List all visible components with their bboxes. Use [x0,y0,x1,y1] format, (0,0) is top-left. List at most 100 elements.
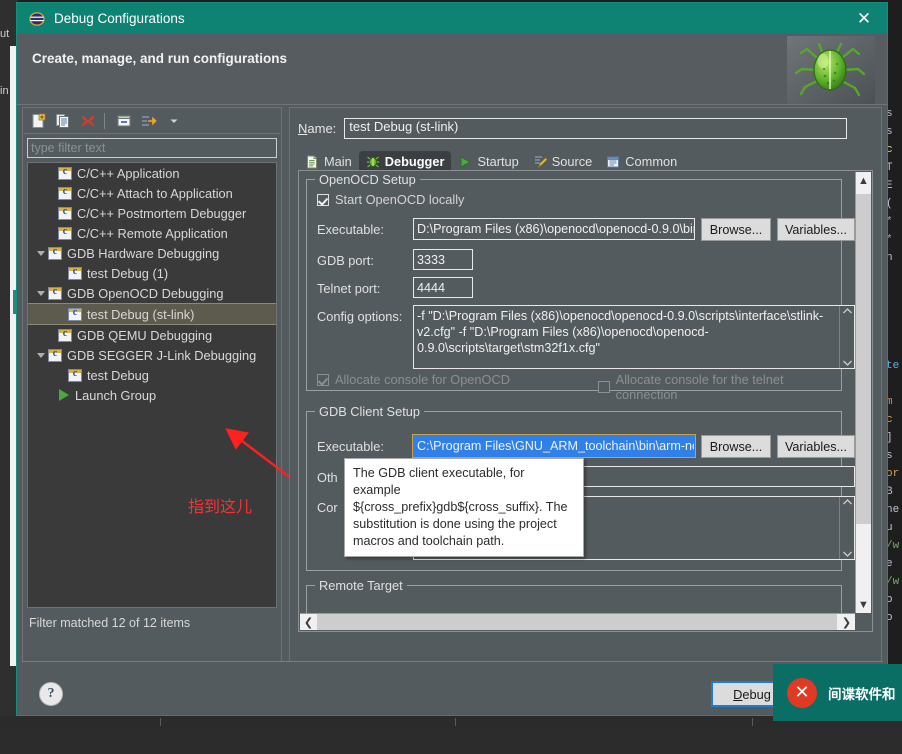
sidebar-item-gdb-hardware-debugging[interactable]: GDB Hardware Debugging [28,243,276,263]
green-play-icon [458,155,472,169]
tab-startup[interactable]: Startup [451,151,525,172]
c-file-icon [48,349,62,362]
twisty-expanded-icon[interactable] [34,251,48,256]
c-file-icon-band [59,330,71,333]
tab-debugger[interactable]: Debugger [359,151,452,172]
c-file-icon-band [59,188,71,191]
gdb-client-commands-scrollbar[interactable] [839,497,854,559]
scroll-left-icon[interactable]: ❮ [300,614,317,630]
new-configuration-icon[interactable] [27,111,49,131]
c-file-icon-band [59,208,71,211]
collapse-all-icon[interactable] [113,111,135,131]
tree-item-label: GDB QEMU Debugging [77,328,212,343]
page-title: Create, manage, and run configurations [32,51,287,66]
tree-item-label: test Debug [87,368,149,383]
chevron-down-icon [37,353,45,358]
ide-left-label-2: in [0,85,9,97]
config-options-scrollbar[interactable] [839,306,854,368]
footer-divider [22,661,883,662]
toolbar-separator [104,113,105,129]
tab-label: Source [552,154,593,169]
name-row: Name: test Debug (st-link) [298,118,847,139]
green-bug-icon [787,36,875,104]
name-input[interactable]: test Debug (st-link) [344,118,847,139]
scroll-up-icon[interactable]: ▲ [856,172,871,189]
tabpanel-vertical-scrollbar[interactable]: ▲ ▼ [855,172,871,613]
gdb-port-input[interactable]: 3333 [413,249,473,270]
chevron-down-icon[interactable] [163,111,185,131]
telnet-port-input[interactable]: 4444 [413,277,473,298]
gdb-client-variables-button[interactable]: Variables... [777,435,855,458]
gdb-client-executable-input[interactable]: C:\Program Files\GNU_ARM_toolchain\bin\a… [413,435,695,457]
tabpanel-horizontal-scrollbar[interactable]: ❮ ❯ [300,613,855,630]
openocd-executable-variables-button[interactable]: Variables... [777,218,855,241]
duplicate-configuration-icon[interactable] [52,111,74,131]
sidebar-item-c-c-application[interactable]: C/C++ Application [28,163,276,183]
gdb-client-other-label: Oth [317,470,338,485]
openocd-executable-browse-button[interactable]: Browse... [701,218,771,241]
sidebar-item-c-c-attach-to-application[interactable]: C/C++ Attach to Application [28,183,276,203]
c-file-icon [58,167,72,180]
tab-common[interactable]: Common [599,151,684,172]
tab-label: Startup [477,154,518,169]
twisty-expanded-icon[interactable] [34,291,48,296]
checkbox-box [317,374,329,386]
tree-item-label: Launch Group [75,388,156,403]
sidebar-item-gdb-openocd-debugging[interactable]: GDB OpenOCD Debugging [28,283,276,303]
notification-toast[interactable]: ✕ 间谍软件和 [773,664,902,721]
sidebar-item-c-c-postmortem-debugger[interactable]: C/C++ Postmortem Debugger [28,203,276,223]
dialog-titlebar: Debug Configurations ✕ [17,3,887,34]
c-file-icon [68,369,82,382]
name-label: Name: [298,121,336,136]
start-openocd-locally-checkbox[interactable]: Start OpenOCD locally [317,192,464,207]
scroll-down-icon[interactable]: ▼ [856,596,871,613]
tab-label: Common [625,154,677,169]
c-file-icon [58,329,72,342]
filter-icon[interactable] [138,111,160,131]
twisty-expanded-icon[interactable] [34,353,48,358]
c-file-icon-band [69,268,81,271]
scroll-right-icon[interactable]: ❯ [838,614,855,630]
c-file-icon-band [49,350,61,353]
openocd-executable-label: Executable: [317,222,384,237]
chevron-down-icon [843,551,852,557]
sidebar-item-launch-group[interactable]: Launch Group [28,385,276,405]
checkbox-box [317,194,329,206]
sidebar-item-test-debug-st-link[interactable]: test Debug (st-link) [28,303,276,325]
close-icon[interactable]: ✕ [841,3,887,34]
tab-main[interactable]: Main [298,151,359,172]
configurations-tree-pane: type filter text C/C++ ApplicationC/C++ … [22,107,282,662]
allocate-console-telnet-checkbox: Allocate console for the telnet connecti… [598,372,841,402]
c-file-icon [58,187,72,200]
sidebar-item-test-debug[interactable]: test Debug [28,365,276,385]
c-file-icon-band [49,288,61,291]
question-mark-icon[interactable]: ? [39,682,63,706]
vertical-scroll-thumb[interactable] [856,194,871,524]
tree-item-label: C/C++ Application [77,166,179,181]
tree-item-label: test Debug (1) [87,266,168,281]
configurations-tree[interactable]: C/C++ Application C/C++ Attach to Applica… [27,162,277,608]
c-file-icon-band [49,248,61,251]
sidebar-item-c-c-remote-application[interactable]: C/C++ Remote Application [28,223,276,243]
tab-source[interactable]: Source [526,151,600,172]
filter-input[interactable]: type filter text [27,138,277,158]
sidebar-item-gdb-qemu-debugging[interactable]: GDB QEMU Debugging [28,325,276,345]
dialog-header: Create, manage, and run configurations [17,34,887,104]
c-file-icon [48,247,62,260]
sidebar-item-gdb-segger-j-link-debugging[interactable]: GDB SEGGER J-Link Debugging [28,345,276,365]
config-options-textarea[interactable]: -f "D:\Program Files (x86)\openocd\openo… [413,305,855,369]
ide-bottom-bar [0,716,902,728]
horizontal-scroll-thumb[interactable] [317,614,837,630]
gdb-client-browse-button[interactable]: Browse... [701,435,771,458]
filter-status-label: Filter matched 12 of 12 items [29,616,190,630]
bug-icon [366,155,380,169]
ide-tick [160,718,161,726]
c-file-icon [68,308,82,321]
delete-configuration-icon[interactable] [77,111,99,131]
telnet-port-label: Telnet port: [317,281,380,296]
openocd-executable-input[interactable]: D:\Program Files (x86)\openocd\openocd-0… [413,218,695,240]
debug-label: Debug [733,687,771,702]
editor-tabs: MainDebugger Startup Source Common [298,149,873,172]
sidebar-item-test-debug-1[interactable]: test Debug (1) [28,263,276,283]
config-options-value: -f "D:\Program Files (x86)\openocd\openo… [417,308,851,356]
